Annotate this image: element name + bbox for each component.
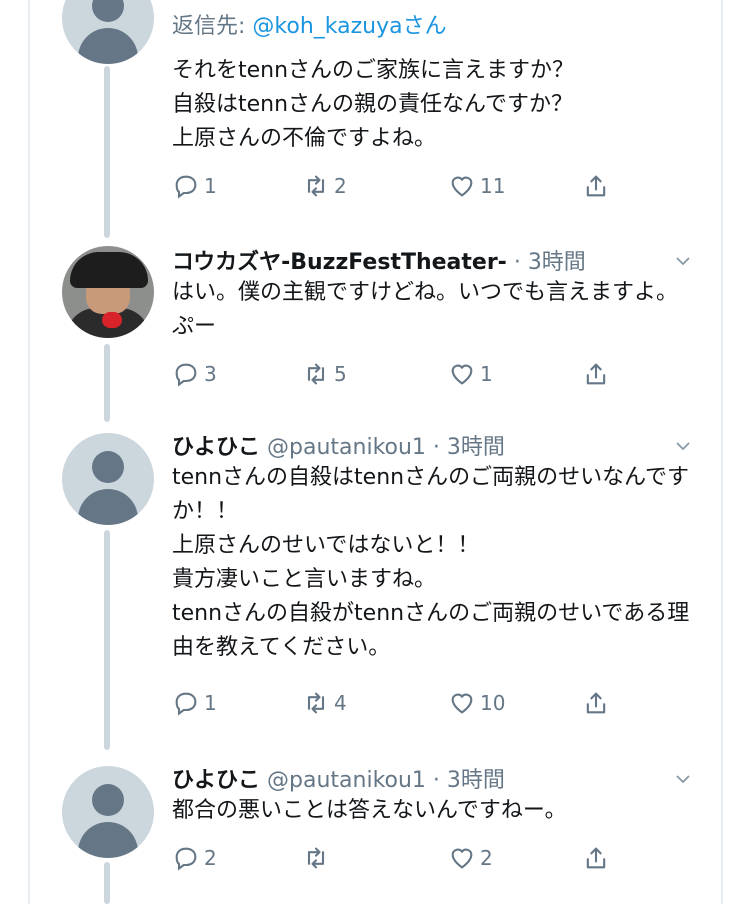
like-button[interactable]: 1 [448,360,493,388]
share-button[interactable] [582,172,614,200]
retweet-icon [307,692,325,714]
like-button[interactable]: 11 [448,172,505,200]
reply-to-handle-link[interactable]: @koh_kazuyaさん [252,14,446,39]
share-button[interactable] [582,689,614,717]
reply-icon [175,363,197,387]
avatar[interactable] [62,246,154,338]
reply-count: 3 [204,362,217,386]
share-button[interactable] [582,844,614,872]
avatar[interactable] [62,766,154,858]
retweet-count: 2 [334,174,347,198]
reply-icon [175,847,197,871]
retweet-button[interactable]: 2 [302,172,347,200]
retweet-icon [307,175,325,197]
like-button[interactable]: 10 [448,689,505,717]
chevron-down-icon[interactable] [676,439,690,453]
share-icon [586,363,606,385]
default-avatar-icon [92,784,124,816]
tweet[interactable]: コウカズヤ-BuzzFestTheater- · 3時間 はい。僕の主観ですけど… [0,240,750,415]
tweet-text: それをtennさんのご家族に言えますか？ 自殺はtennさんの親の責任なんですか… [172,58,575,151]
reply-button[interactable]: 1 [172,689,217,717]
reply-to-line: 返信先: @koh_kazuyaさん [172,8,447,40]
tweet-meta: · 3時間 [513,250,586,275]
display-name[interactable]: ひよひこ [172,435,260,460]
avatar[interactable] [62,0,154,64]
tweet-text: tennさんの自殺はtennさんのご両親のせいなんですか！！ 上原さんのせいでは… [172,465,690,660]
avatar[interactable] [62,433,154,525]
tweet-meta: @pautanikou1 · 3時間 [267,768,505,793]
reply-count: 2 [204,846,217,870]
default-avatar-icon [92,451,124,483]
reply-icon [175,175,197,199]
reply-button[interactable]: 2 [172,844,217,872]
chevron-down-icon[interactable] [676,254,690,268]
reply-count: 1 [204,691,217,715]
reply-button[interactable]: 1 [172,172,217,200]
retweet-count: 4 [334,691,347,715]
chevron-down-icon[interactable] [676,772,690,786]
tweet-text: はい。僕の主観ですけどね。いつでも言えますよ。ぷー [172,280,679,339]
like-icon [451,364,473,385]
tweet[interactable]: ひよひこ @pautanikou1 · 3時間 tennさんの自殺はtennさん… [0,425,750,745]
share-icon [586,847,606,869]
tweet-actions: 3 5 1 [172,360,632,390]
tweet-header: コウカズヤ-BuzzFestTheater- · 3時間 [172,244,586,276]
like-count: 1 [480,362,493,386]
reply-to-prefix: 返信先: [172,14,253,39]
tweet-text: 都合の悪いことは答えないんですねー。 [172,798,567,823]
retweet-count: 5 [334,362,347,386]
retweet-icon [307,847,325,869]
reply-icon [175,692,197,716]
like-icon [451,848,473,869]
like-icon [451,693,473,714]
tweet-top[interactable]: 返信先: @koh_kazuyaさん それをtennさんのご家族に言えますか？ … [0,0,750,225]
retweet-button[interactable] [302,844,334,872]
tweet-actions: 2 2 [172,844,632,874]
heart-icon [102,312,122,328]
default-avatar-icon [92,0,124,22]
share-icon [586,175,606,197]
like-count: 11 [480,174,506,198]
like-icon [451,176,473,197]
reply-count: 1 [204,174,217,198]
like-count: 10 [480,691,506,715]
display-name[interactable]: コウカズヤ-BuzzFestTheater- [172,250,507,275]
reply-button[interactable]: 3 [172,360,217,388]
tweet-actions: 1 4 10 [172,689,632,719]
like-count: 2 [480,846,493,870]
tweet-meta: @pautanikou1 · 3時間 [267,435,505,460]
tweet-actions: 1 2 11 [172,172,632,202]
like-button[interactable]: 2 [448,844,493,872]
retweet-icon [307,363,325,385]
retweet-button[interactable]: 4 [302,689,347,717]
share-button[interactable] [582,360,614,388]
tweet-header: ひよひこ @pautanikou1 · 3時間 [172,762,505,794]
display-name[interactable]: ひよひこ [172,768,260,793]
retweet-button[interactable]: 5 [302,360,347,388]
share-icon [586,692,606,714]
tweet-header: ひよひこ @pautanikou1 · 3時間 [172,429,505,461]
tweet[interactable]: ひよひこ @pautanikou1 · 3時間 都合の悪いことは答えないんですね… [0,758,750,904]
